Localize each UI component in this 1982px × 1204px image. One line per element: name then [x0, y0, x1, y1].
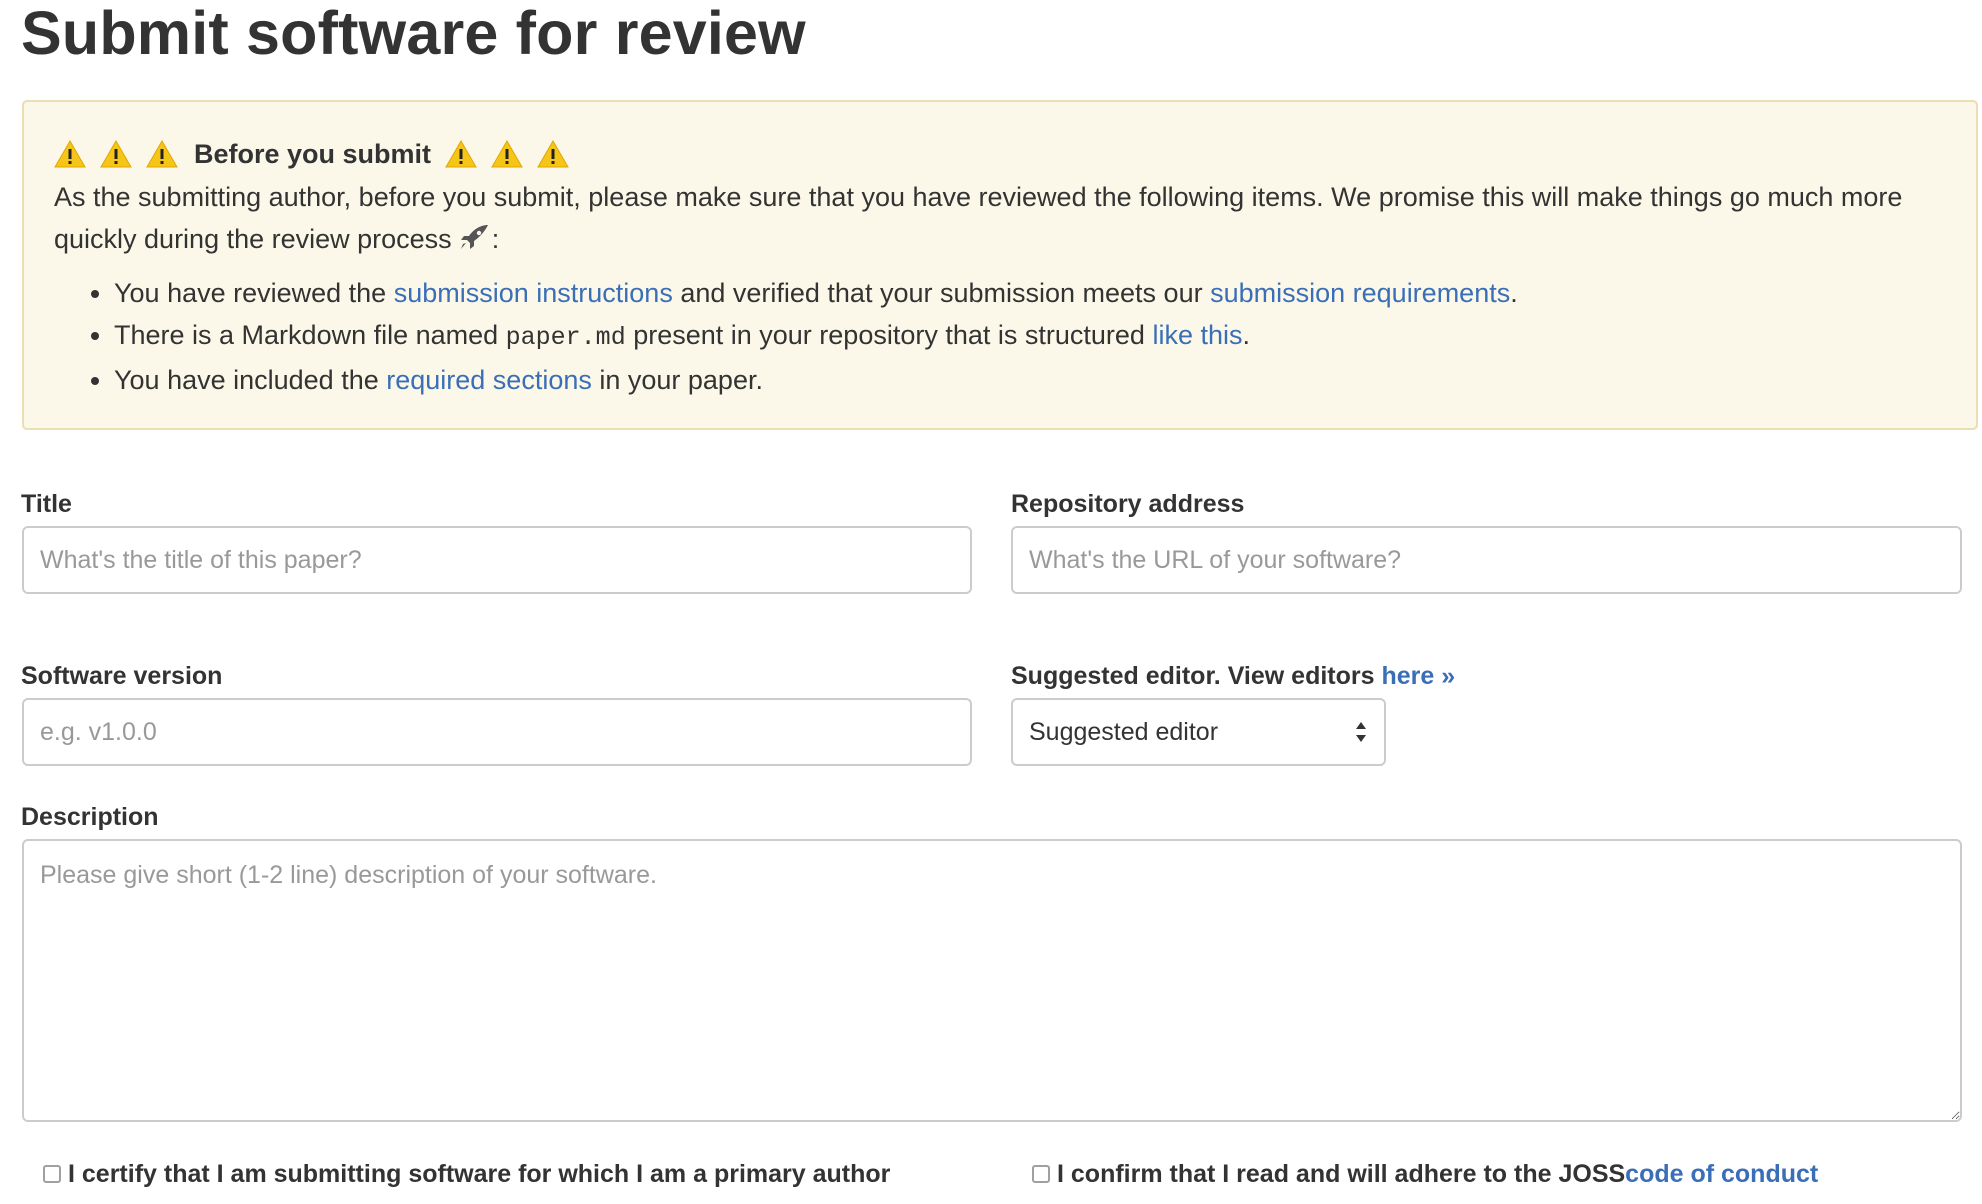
conduct-checkbox[interactable]	[1032, 1165, 1050, 1183]
repository-input[interactable]	[1011, 526, 1962, 594]
page-title: Submit software for review	[21, 0, 806, 67]
code-of-conduct-link[interactable]: code of conduct	[1625, 1159, 1818, 1189]
warning-icon	[54, 140, 86, 168]
submit-page: Submit software for review Before you su…	[0, 0, 1982, 1204]
like-this-link[interactable]: like this	[1152, 320, 1242, 350]
warning-icon	[100, 140, 132, 168]
list-item-text: You have included the	[114, 365, 387, 395]
list-item-text: present in your repository that is struc…	[625, 320, 1153, 350]
paper-md-code: paper.md	[505, 323, 626, 352]
warning-icon	[146, 140, 178, 168]
submission-requirements-link[interactable]: submission requirements	[1210, 278, 1510, 308]
select-arrows-icon	[1354, 719, 1368, 745]
list-item-text: .	[1510, 278, 1518, 308]
certify-label: I certify that I am submitting software …	[68, 1160, 891, 1188]
submission-instructions-link[interactable]: submission instructions	[394, 278, 673, 308]
version-label: Software version	[21, 662, 223, 690]
alert-heading: Before you submit	[54, 134, 1946, 174]
warning-icon	[491, 140, 523, 168]
certify-checkbox[interactable]	[43, 1165, 61, 1183]
alert-heading-text: Before you submit	[194, 139, 432, 169]
warning-icon	[537, 140, 569, 168]
title-label: Title	[21, 490, 72, 518]
editor-label-text: Suggested editor. View editors	[1011, 662, 1382, 690]
version-input[interactable]	[22, 698, 972, 766]
list-item-text: and verified that your submission meets …	[672, 278, 1211, 308]
alert-checklist: You have reviewed the submission instruc…	[54, 272, 1946, 401]
list-item-text: .	[1242, 320, 1250, 350]
alert-intro-suffix: :	[491, 224, 500, 254]
rocket-icon	[458, 222, 492, 252]
list-item: There is a Markdown file named paper.md …	[114, 314, 1946, 359]
list-item-text: in your paper.	[591, 365, 763, 395]
list-item-text: You have reviewed the	[114, 278, 394, 308]
view-editors-link[interactable]: here »	[1381, 662, 1455, 690]
list-item: You have included the required sections …	[114, 359, 1946, 401]
editor-label: Suggested editor. View editors here »	[1011, 661, 1455, 691]
conduct-row: I confirm that I read and will adhere to…	[1032, 1159, 1818, 1189]
suggested-editor-select[interactable]: Suggested editor	[1011, 698, 1386, 766]
conduct-label: I confirm that I read and will adhere to…	[1057, 1160, 1626, 1188]
title-input[interactable]	[22, 526, 972, 594]
description-textarea[interactable]	[22, 839, 1962, 1122]
suggested-editor-value: Suggested editor	[1029, 717, 1219, 746]
list-item-text: There is a Markdown file named	[114, 320, 506, 350]
warning-icon	[445, 140, 477, 168]
certify-row: I certify that I am submitting software …	[43, 1159, 890, 1189]
alert-intro: As the submitting author, before you sub…	[54, 176, 1954, 260]
alert-intro-text: As the submitting author, before you sub…	[54, 182, 1903, 254]
required-sections-link[interactable]: required sections	[386, 365, 592, 395]
description-label: Description	[21, 803, 159, 831]
list-item: You have reviewed the submission instruc…	[114, 272, 1946, 314]
repository-label: Repository address	[1011, 490, 1245, 518]
before-submit-alert: Before you submit As the submitting auth…	[22, 100, 1978, 430]
